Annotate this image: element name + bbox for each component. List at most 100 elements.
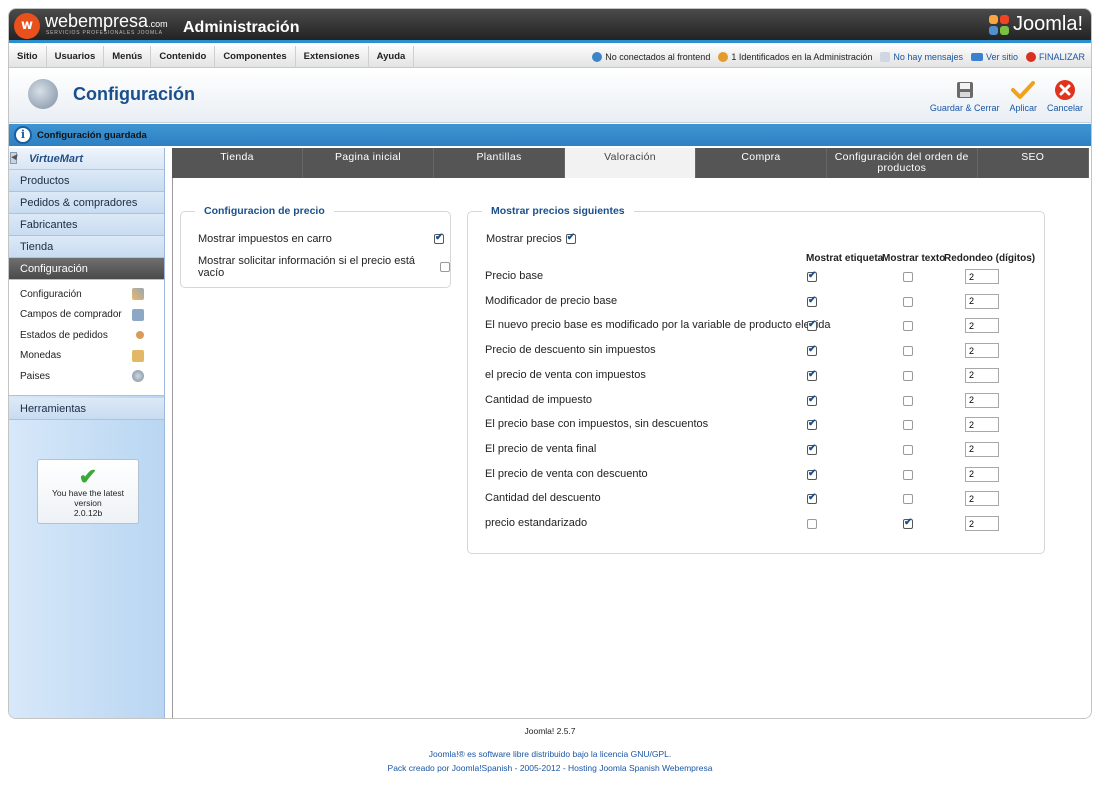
show-label-checkbox[interactable] (807, 369, 817, 381)
order-status-icon (136, 331, 144, 340)
tab-tienda[interactable]: Tienda (172, 148, 303, 178)
menu-ayuda[interactable]: Ayuda (369, 45, 415, 68)
show-label-checkbox[interactable] (807, 443, 817, 455)
submenu-configuracion[interactable]: Configuración (9, 284, 164, 305)
show-text-checkbox[interactable] (903, 296, 913, 307)
footer-license: Joomla!® es software libre distribuido b… (428, 749, 672, 759)
header-accent-line (9, 40, 1091, 43)
info-icon: i (14, 126, 32, 144)
sidebar-item-productos[interactable]: Productos (9, 170, 164, 192)
menu-usuarios[interactable]: Usuarios (47, 45, 105, 68)
show-label-checkbox[interactable] (807, 319, 817, 332)
submenu-estados-pedidos[interactable]: Estados de pedidos (9, 325, 164, 346)
rounding-digits-input[interactable] (965, 392, 999, 408)
main-menu-bar: Sitio Usuarios Menús Contenido Component… (9, 45, 1091, 68)
checkmark-icon: ✔ (78, 464, 98, 489)
admin-status: 1 Identificados en la Administración (718, 51, 872, 62)
toolbar: Configuración Guardar & Cerrar Aplicar C… (9, 69, 1091, 123)
show-text-checkbox[interactable] (903, 420, 913, 431)
show-label-checkbox[interactable] (807, 418, 817, 431)
globe-icon (132, 370, 144, 383)
show-request-info-checkbox[interactable] (440, 262, 450, 272)
logout-link[interactable]: FINALIZAR (1025, 51, 1085, 62)
price-config-legend: Configuracion de precio (195, 205, 334, 217)
rounding-digits-input[interactable] (965, 293, 999, 309)
column-header-rounding: Redondeo (dígitos) (944, 253, 1036, 264)
menu-extensiones[interactable]: Extensiones (296, 45, 369, 68)
show-text-checkbox[interactable] (903, 469, 913, 480)
price-row-label: Cantidad del descuento (485, 492, 601, 505)
menu-componentes[interactable]: Componentes (215, 45, 296, 68)
show-label-checkbox[interactable] (807, 295, 817, 307)
show-text-checkbox[interactable] (903, 444, 913, 455)
cancel-button[interactable]: Cancelar (1045, 77, 1085, 113)
show-label-checkbox[interactable] (807, 519, 817, 529)
rounding-digits-input[interactable] (965, 318, 999, 334)
show-text-checkbox[interactable] (903, 494, 913, 505)
footer-version: Joomla! 2.5.7 (524, 726, 576, 736)
rounding-digits-input[interactable] (965, 516, 999, 531)
tab-panel-valoracion: Configuracion de precio Mostrar impuesto… (172, 178, 1089, 718)
show-tax-cart-checkbox[interactable] (434, 232, 444, 244)
save-close-button[interactable]: Guardar & Cerrar (928, 77, 1002, 113)
sidebar-item-pedidos[interactable]: Pedidos & compradores (9, 192, 164, 214)
rounding-digits-input[interactable] (965, 417, 999, 433)
message-icon (880, 51, 891, 62)
system-message: Configuración guardada (37, 129, 147, 141)
menu-menus[interactable]: Menús (104, 45, 152, 68)
show-text-checkbox[interactable] (903, 517, 913, 529)
rounding-digits-input[interactable] (965, 466, 999, 482)
view-site-link[interactable]: Ver sitio (970, 52, 1018, 62)
tab-valoracion[interactable]: Valoración (565, 148, 696, 178)
rounding-digits-input[interactable] (965, 491, 999, 507)
sidebar-item-configuracion[interactable]: Configuración (9, 258, 164, 280)
show-text-checkbox[interactable] (903, 346, 913, 357)
tab-pagina-inicial[interactable]: Pagina inicial (303, 148, 434, 178)
rounding-digits-input[interactable] (965, 367, 999, 383)
show-label-checkbox[interactable] (807, 492, 817, 505)
show-prices-checkbox[interactable] (565, 232, 576, 244)
price-row-label: El nuevo precio base es modificado por l… (485, 319, 831, 332)
show-label-checkbox[interactable] (807, 394, 817, 406)
rounding-digits-input[interactable] (965, 343, 999, 359)
apply-button[interactable]: Aplicar (1007, 77, 1039, 113)
tab-plantillas[interactable]: Plantillas (434, 148, 565, 178)
submenu-paises[interactable]: Paises (9, 366, 164, 387)
menu-sitio[interactable]: Sitio (9, 45, 47, 68)
top-header: w webempresa.com SERVICIOS PROFESIONALES… (9, 9, 1091, 43)
submenu-campos-comprador[interactable]: Campos de comprador (9, 305, 164, 326)
show-text-checkbox[interactable] (903, 395, 913, 406)
virtuemart-logo: ◀ VirtueMart (9, 148, 164, 170)
collapse-arrow-icon[interactable]: ◀ (10, 152, 17, 164)
show-prices-fieldset: Mostrar precios siguientes Mostrar preci… (467, 205, 1045, 554)
show-text-checkbox[interactable] (903, 370, 913, 381)
show-text-checkbox[interactable] (903, 272, 913, 282)
submenu-monedas[interactable]: Monedas (9, 346, 164, 367)
frontend-status: No conectados al frontend (592, 51, 710, 62)
show-label-checkbox[interactable] (807, 468, 817, 480)
show-label-checkbox[interactable] (807, 270, 817, 282)
sidebar-item-herramientas[interactable]: Herramientas (9, 397, 164, 420)
admin-title: Administración (183, 19, 300, 36)
sidebar-item-tienda[interactable]: Tienda (9, 236, 164, 258)
tab-compra[interactable]: Compra (696, 148, 827, 178)
menu-contenido[interactable]: Contenido (151, 45, 216, 68)
rounding-digits-input[interactable] (965, 441, 999, 457)
tab-orden-productos[interactable]: Configuración del orden de productos (827, 148, 978, 178)
show-label-checkbox[interactable] (807, 344, 817, 357)
configuration-icon (28, 79, 58, 109)
show-request-info-row: Mostrar solicitar información si el prec… (198, 255, 450, 279)
sidebar-item-fabricantes[interactable]: Fabricantes (9, 214, 164, 236)
brand-subtitle: SERVICIOS PROFESIONALES JOOMLA (46, 30, 163, 36)
system-message-bar: i Configuración guardada (9, 124, 1091, 146)
config-tabs: Tienda Pagina inicial Plantillas Valorac… (172, 148, 1089, 178)
footer-credits[interactable]: Pack creado por Joomla!Spanish - 2005-20… (0, 763, 1100, 773)
rounding-digits-input[interactable] (965, 269, 999, 284)
price-row-label: Modificador de precio base (485, 294, 618, 307)
version-box: ✔ You have the latest version 2.0.12b (37, 459, 139, 524)
tab-seo[interactable]: SEO (978, 148, 1089, 178)
show-text-checkbox[interactable] (903, 321, 913, 332)
toolbar-buttons: Guardar & Cerrar Aplicar Cancelar (928, 77, 1085, 113)
show-tax-cart-row: Mostrar impuestos en carro (198, 232, 448, 245)
messages-link[interactable]: No hay mensajes (880, 51, 963, 62)
